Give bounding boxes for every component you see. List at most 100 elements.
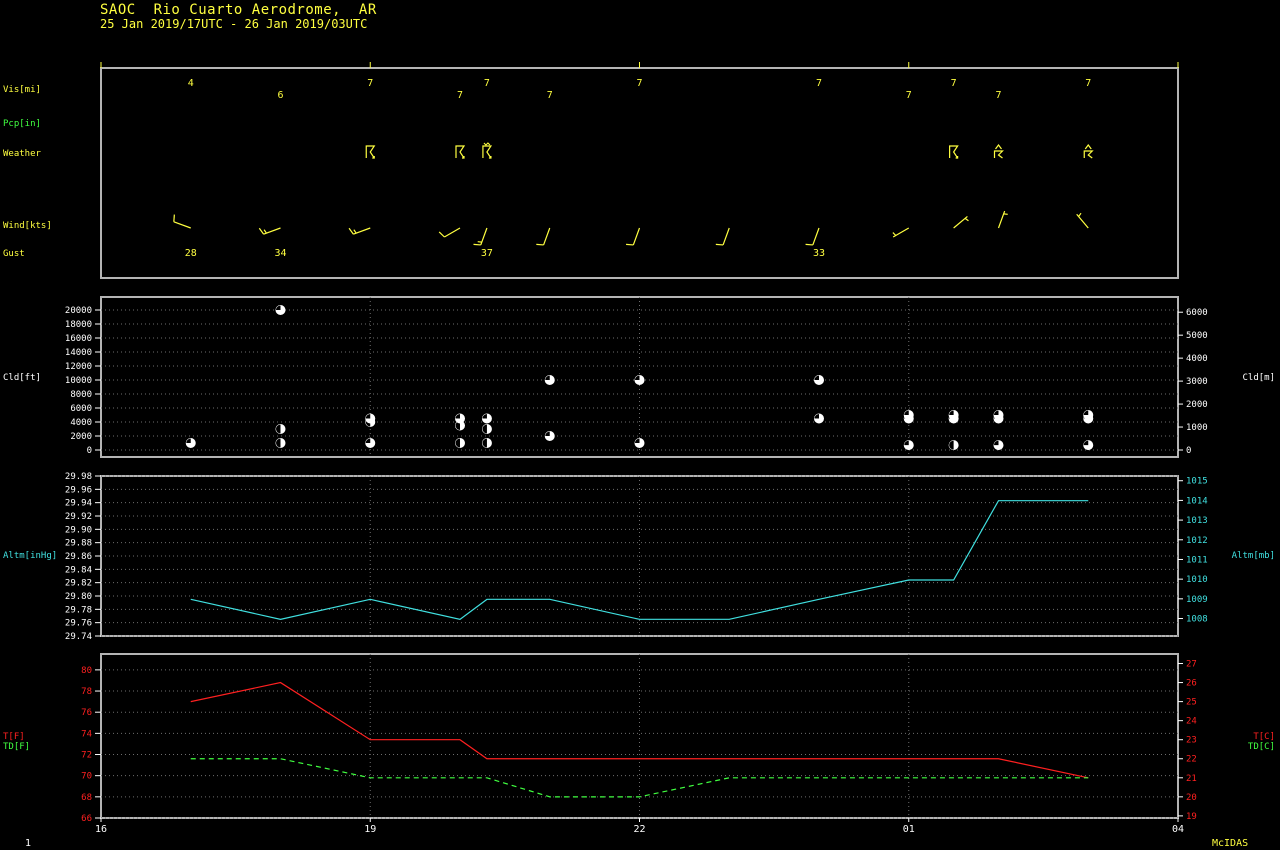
- cloud-cover-marker: [634, 438, 645, 448]
- cloud-cover-marker: [275, 438, 286, 448]
- temperature-tick-f: 76: [81, 708, 92, 718]
- weather-glyph: [482, 145, 493, 159]
- temperature-tick-f: 66: [81, 814, 92, 824]
- cloud-marker-empty: [1083, 410, 1089, 415]
- wind-barb-flag: [805, 243, 813, 246]
- temperature-tick-c: 19: [1186, 812, 1197, 822]
- weather-symbol-thunderstorm: [949, 145, 959, 159]
- altimeter-tick-mb: 1008: [1186, 615, 1208, 625]
- wind-barb-flag: [536, 243, 544, 246]
- wind-barb-flag: [438, 231, 445, 238]
- visibility-value: 7: [995, 90, 1001, 101]
- wind-barb: [536, 227, 551, 246]
- altimeter-tick-inhg: 29.96: [65, 485, 92, 495]
- wind-barb-half: [964, 217, 969, 222]
- cloud-tick-m: 2000: [1186, 400, 1208, 410]
- cloud-marker-empty: [276, 305, 281, 310]
- time-axis-label: 19: [364, 824, 376, 835]
- weather-glyph: [949, 145, 959, 159]
- cloud-cover-marker: [365, 438, 376, 448]
- temperature-tick-f: 68: [81, 793, 92, 803]
- weather-glyph: [365, 145, 376, 159]
- obs-row-label: Gust: [3, 249, 25, 259]
- visibility-value: 7: [457, 90, 463, 101]
- temperature-tick-c: 22: [1186, 755, 1197, 765]
- wind-barb-half: [263, 229, 267, 234]
- temperature-tick-f: 72: [81, 751, 92, 761]
- weather-symbol-thunderstorm: [365, 145, 376, 159]
- altimeter-tick-inhg: 29.88: [65, 539, 92, 549]
- meteogram-plot: Vis[mi] Pcp[in] Weather Wind[kts] Gust 4 6 7 7 7 7…: [3, 62, 1275, 835]
- altimeter-tick-inhg: 29.98: [65, 472, 92, 482]
- wind-barb-flag: [258, 227, 265, 235]
- cloud-marker-empty: [994, 410, 999, 415]
- temperature-tick-f: 80: [81, 666, 92, 676]
- cloud-axis-label-right: Cld[m]: [1242, 373, 1275, 383]
- cloud-axis-label: Cld[ft]: [3, 373, 41, 383]
- altimeter-tick-inhg: 29.74: [65, 632, 92, 642]
- cloud-cover-marker: [455, 413, 465, 424]
- temperature-tick-c: 25: [1186, 698, 1197, 708]
- altimeter-tick-mb: 1015: [1186, 477, 1208, 487]
- cloud-cover-marker: [481, 413, 492, 424]
- cloud-tick-ft: 6000: [70, 404, 92, 414]
- altimeter-tick-inhg: 29.92: [65, 512, 92, 522]
- wind-barb: [997, 210, 1008, 229]
- brand-label: McIDAS: [1212, 838, 1249, 849]
- cloud-cover-marker: [903, 410, 914, 420]
- temperature-tick-c: 26: [1186, 679, 1197, 689]
- altimeter-tick-mb: 1010: [1186, 575, 1208, 585]
- obs-row-label: Vis[mi]: [3, 85, 41, 95]
- dewpoint-line: [190, 758, 1089, 798]
- wind-barb: [473, 227, 488, 246]
- cloud-tick-ft: 12000: [65, 362, 92, 372]
- cloud-cover-marker: [1083, 440, 1094, 451]
- altimeter-tick-inhg: 29.80: [65, 592, 92, 602]
- altimeter-tick-mb: 1011: [1186, 555, 1208, 565]
- temperature-tick-c: 24: [1186, 717, 1197, 727]
- cloud-tick-ft: 8000: [70, 390, 92, 400]
- cloud-tick-m: 0: [1186, 446, 1191, 456]
- wind-barb-staff: [444, 227, 461, 238]
- altimeter-tick-inhg: 29.94: [65, 499, 92, 509]
- obs-panel-frame: [100, 67, 1179, 279]
- temperature-label-tc: T[C]: [1253, 732, 1275, 742]
- weather-glyph: [455, 145, 466, 159]
- obs-row-label: Weather: [3, 149, 42, 159]
- wind-barb-staff: [632, 227, 641, 246]
- altimeter-tick-inhg: 29.78: [65, 605, 92, 615]
- cloud-tick-ft: 14000: [65, 348, 92, 358]
- cloud-cover-marker: [275, 424, 286, 434]
- cloud-tick-ft: 0: [87, 446, 92, 456]
- weather-symbol-thunderstorm-distant: [1083, 144, 1094, 159]
- wind-barb: [173, 214, 191, 229]
- altimeter-axis-label: Altm[inHg]: [3, 551, 57, 561]
- temperature-tick-c: 23: [1186, 736, 1197, 746]
- temperature-tick-c: 27: [1186, 660, 1197, 670]
- weather-glyph: [1083, 144, 1094, 159]
- cloud-cover-marker: [948, 410, 959, 420]
- weather-glyph-rain: [483, 142, 491, 146]
- time-axis-label: 04: [1172, 824, 1184, 835]
- cloud-marker-empty: [949, 410, 954, 415]
- wind-barb-flag: [473, 243, 481, 246]
- cloud-cover-marker: [903, 440, 914, 451]
- cloud-cover-marker: [814, 413, 824, 424]
- temperature-tick-c: 20: [1186, 793, 1197, 803]
- visibility-value: 7: [547, 90, 553, 101]
- cloud-cover-marker: [185, 438, 196, 448]
- wind-barb: [805, 227, 820, 246]
- visibility-value: 7: [636, 78, 642, 89]
- cloud-cover-marker: [814, 375, 824, 385]
- wind-barb-staff: [173, 221, 191, 229]
- cloud-tick-ft: 4000: [70, 418, 92, 428]
- cloud-marker-empty: [814, 414, 819, 419]
- temperature-tick-f: 70: [81, 772, 92, 782]
- cloud-marker-empty: [545, 431, 550, 436]
- wind-barb: [626, 227, 641, 246]
- cloud-cover-marker: [481, 438, 492, 448]
- cloud-cover-marker: [455, 438, 465, 448]
- cloud-cover-marker: [1083, 410, 1094, 420]
- cloud-cover-marker: [544, 375, 555, 385]
- cloud-tick-ft: 20000: [65, 306, 92, 316]
